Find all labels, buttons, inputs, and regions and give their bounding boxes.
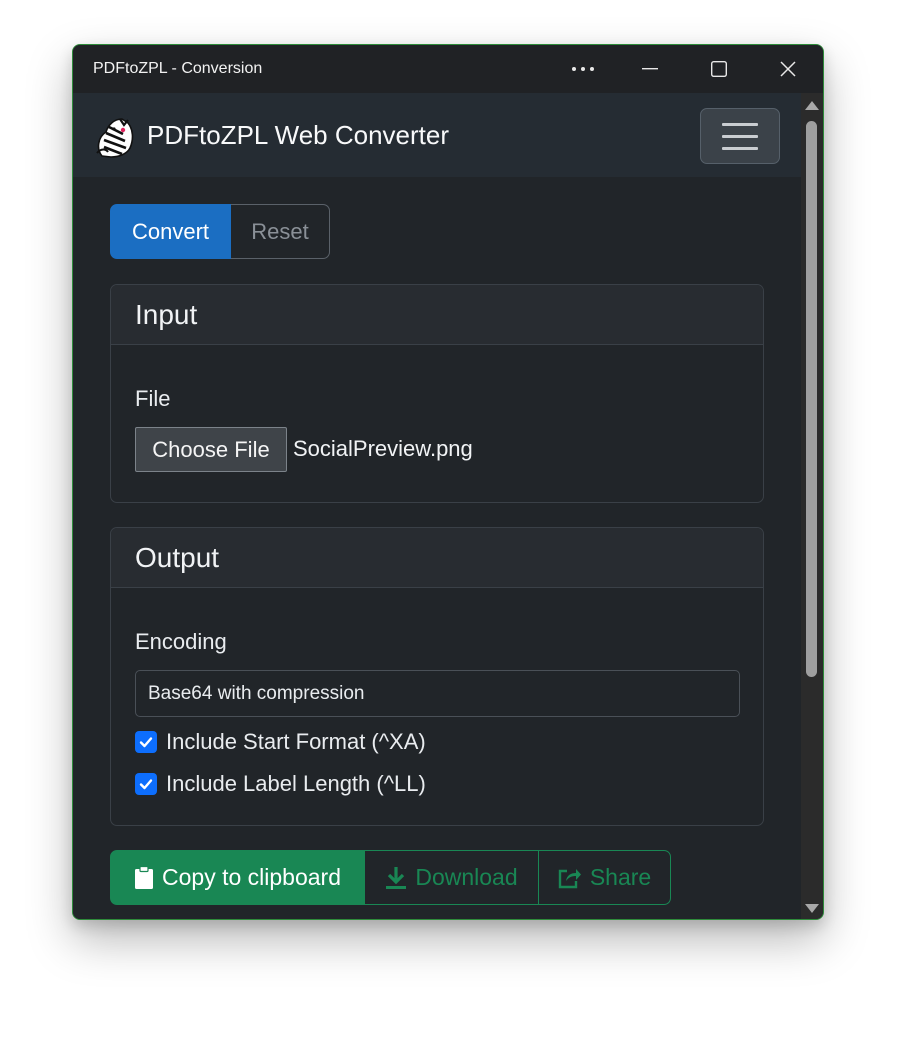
output-card-title: Output — [111, 528, 763, 588]
checkmark-icon — [139, 737, 153, 748]
choose-file-button[interactable]: Choose File — [135, 427, 287, 472]
action-button-group: Copy to clipboard Download Share — [110, 850, 671, 905]
navbar: PDFtoZPL Web Converter — [73, 93, 801, 177]
input-card-title: Input — [111, 285, 763, 345]
zebra-logo-icon[interactable] — [93, 115, 137, 159]
label-length-option[interactable]: Include Label Length (^LL) — [135, 771, 426, 797]
download-button-label: Download — [415, 864, 518, 890]
start-format-option[interactable]: Include Start Format (^XA) — [135, 729, 426, 755]
scroll-down-arrow-icon[interactable] — [804, 903, 820, 915]
file-label: File — [135, 386, 171, 411]
minimize-icon — [642, 68, 658, 70]
clipboard-icon — [135, 865, 153, 889]
hamburger-line — [722, 146, 758, 150]
scrollbar-thumb[interactable] — [806, 121, 817, 677]
mode-button-group: Convert Reset — [110, 204, 330, 259]
maximize-button[interactable] — [696, 45, 742, 93]
copy-to-clipboard-button[interactable]: Copy to clipboard — [110, 850, 365, 905]
hamburger-menu-icon — [722, 122, 758, 126]
more-options-button[interactable] — [560, 45, 606, 93]
app-window: PDFtoZPL - Conversion PDFtoZPL Web Conve… — [72, 44, 824, 920]
label-length-checkbox[interactable] — [135, 773, 157, 795]
encoding-select[interactable]: Base64 with compression — [135, 670, 740, 717]
output-card: Output Encoding Base64 with compression … — [110, 527, 764, 826]
vertical-scrollbar[interactable] — [801, 93, 823, 919]
copy-button-label: Copy to clipboard — [162, 864, 341, 890]
window-title: PDFtoZPL - Conversion — [93, 60, 263, 77]
scroll-up-arrow-icon[interactable] — [804, 99, 820, 111]
reset-button[interactable]: Reset — [231, 204, 330, 259]
start-format-checkbox[interactable] — [135, 731, 157, 753]
title-bar: PDFtoZPL - Conversion — [73, 45, 823, 93]
main-content: Convert Reset Input File Choose File Soc… — [73, 177, 801, 919]
input-card: Input File Choose File SocialPreview.png — [110, 284, 764, 503]
minimize-button[interactable] — [627, 45, 673, 93]
share-icon — [558, 868, 581, 888]
encoding-label: Encoding — [135, 629, 227, 654]
share-button-label: Share — [589, 864, 652, 890]
selected-file-name: SocialPreview.png — [293, 436, 473, 461]
share-button[interactable]: Share — [539, 850, 671, 905]
close-icon — [780, 61, 796, 77]
navbar-toggle-button[interactable] — [700, 108, 780, 164]
download-icon — [386, 866, 407, 889]
checkmark-icon — [139, 779, 153, 790]
start-format-label: Include Start Format (^XA) — [166, 729, 426, 754]
more-icon — [572, 67, 594, 71]
convert-button[interactable]: Convert — [110, 204, 231, 259]
download-button[interactable]: Download — [365, 850, 539, 905]
maximize-icon — [711, 61, 727, 77]
hamburger-line — [722, 134, 758, 138]
close-button[interactable] — [765, 45, 811, 93]
label-length-label: Include Label Length (^LL) — [166, 771, 426, 796]
brand-title[interactable]: PDFtoZPL Web Converter — [147, 120, 449, 151]
